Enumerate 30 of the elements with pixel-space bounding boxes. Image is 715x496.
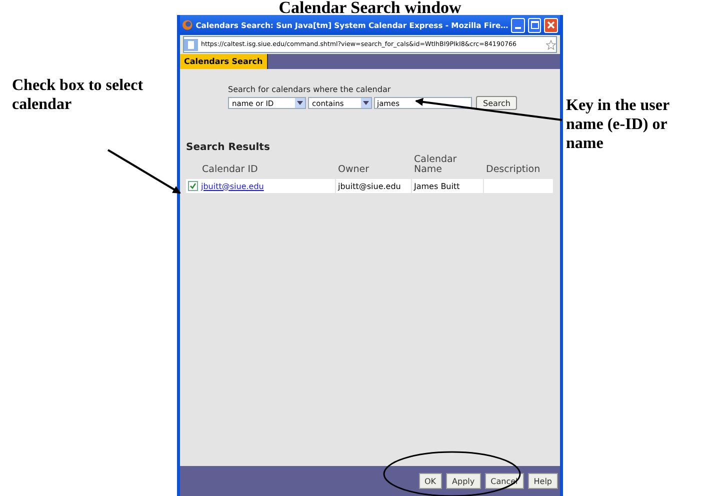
maximize-icon xyxy=(530,21,539,29)
dropdown-arrow-icon xyxy=(361,98,371,108)
column-header: Calendar Name xyxy=(413,155,458,177)
minimize-button[interactable] xyxy=(511,18,525,32)
dialog-button[interactable]: Cancel xyxy=(484,473,524,489)
close-button[interactable] xyxy=(544,18,558,32)
dialog-button[interactable]: Help xyxy=(528,473,558,489)
results-title: Search Results xyxy=(186,142,271,153)
column-header: Description xyxy=(485,163,542,177)
tab[interactable]: Calendars Search xyxy=(180,54,268,69)
browser-logo-icon xyxy=(182,19,193,31)
dialog-button[interactable]: OK xyxy=(418,473,442,489)
search-prompt: Search for calendars where the calendar xyxy=(228,85,392,94)
search-button[interactable]: Search xyxy=(476,96,518,110)
table-cell xyxy=(484,179,553,193)
star-icon[interactable] xyxy=(546,40,556,50)
column-header: Calendar ID xyxy=(201,163,259,177)
dialog-button[interactable]: Apply xyxy=(446,473,481,489)
table-cell: jbuitt@siue.edu xyxy=(336,179,411,193)
column-header: Owner xyxy=(337,163,370,177)
annotation-text: Key in the user name (e-ID) or name xyxy=(566,96,670,153)
page-heading: Calendar Search window xyxy=(278,0,462,15)
calendar-link[interactable]: jbuitt@siue.edu xyxy=(201,182,264,190)
close-icon xyxy=(547,21,556,29)
table-cell: James Buitt xyxy=(412,179,483,193)
dropdown-arrow-icon xyxy=(295,98,305,108)
checkbox[interactable] xyxy=(188,181,198,191)
annotation-text: Check box to select calendar xyxy=(12,76,144,114)
page-icon xyxy=(184,38,198,50)
maximize-button[interactable] xyxy=(528,18,542,32)
